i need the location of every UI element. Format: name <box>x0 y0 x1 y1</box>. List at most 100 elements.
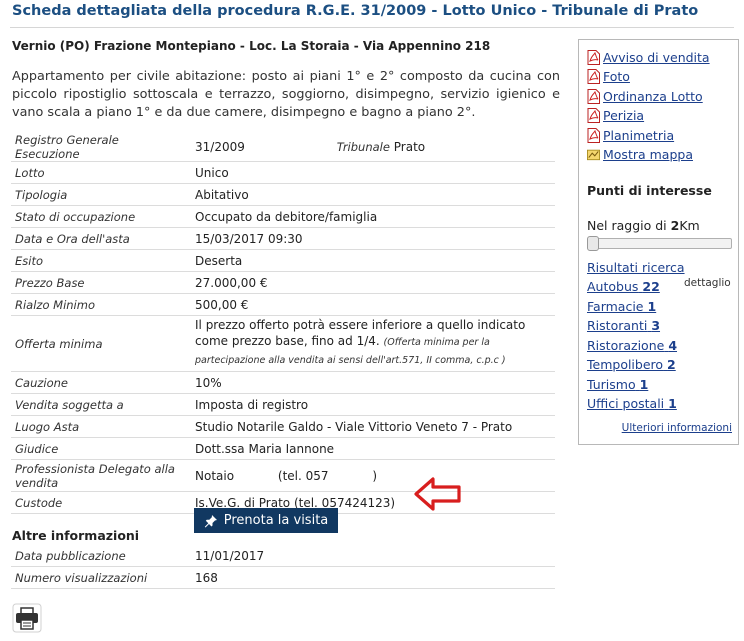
table-row: Luogo Asta Studio Notarile Galdo - Viale … <box>11 415 555 438</box>
sidebar-panel: Avviso di vendita Foto Ordinanza Lotto P… <box>578 39 739 445</box>
foto-link[interactable]: Foto <box>587 69 630 84</box>
table-row: Data pubblicazione 11/01/2017 <box>11 545 555 567</box>
poi-name: Farmacie <box>587 299 644 314</box>
mostra-mappa-link[interactable]: Mostra mappa <box>587 147 693 162</box>
poi-count: 3 <box>651 318 661 333</box>
poi-link-uffici-postali[interactable]: Uffici postali 1 <box>587 396 677 411</box>
property-address: Vernio (PO) Frazione Montepiano - Loc. L… <box>12 39 491 53</box>
poi-name: Autobus <box>587 279 639 294</box>
poi-link-tempolibero[interactable]: Tempolibero 2 <box>587 357 676 372</box>
altre-informazioni-heading: Altre informazioni <box>12 528 140 543</box>
poi-count: 22 <box>642 279 660 294</box>
doc-link-label: Foto <box>603 69 630 84</box>
red-arrow-icon <box>414 477 461 511</box>
professionista-value: Notaio <box>195 468 235 483</box>
ordinanza-lotto-link[interactable]: Ordinanza Lotto <box>587 89 703 104</box>
risultati-ricerca-link[interactable]: Risultati ricerca <box>587 260 685 275</box>
row-label: Esito <box>11 249 191 272</box>
doc-link-label: Ordinanza Lotto <box>603 89 703 104</box>
professionista-phone-end: ) <box>372 468 378 483</box>
poi-link-autobus[interactable]: Autobus 22 <box>587 279 660 294</box>
poi-link-farmacie[interactable]: Farmacie 1 <box>587 299 656 314</box>
custode-label: Custode <box>11 491 191 514</box>
punti-interesse-heading: Punti di interesse <box>587 183 712 198</box>
map-icon <box>587 149 600 161</box>
tribunale-value: Prato <box>393 140 426 154</box>
pdf-icon <box>587 89 600 104</box>
raggio-slider[interactable] <box>587 236 732 251</box>
table-row: Registro Generale Esecuzione 31/2009 Tri… <box>11 133 555 162</box>
title-divider <box>10 27 734 28</box>
doc-link-label: Avviso di vendita <box>603 50 710 65</box>
table-row: Numero visualizzazioni 168 <box>11 566 555 589</box>
row-label: Vendita soggetta a <box>11 393 191 416</box>
row-value: Abitativo <box>191 183 555 206</box>
row-value: 15/03/2017 09:30 <box>191 227 555 250</box>
poi-count: 1 <box>668 396 677 411</box>
altre-informazioni-table: Data pubblicazione 11/01/2017 Numero visu… <box>11 545 555 589</box>
offerta-label: Offerta minima <box>11 315 191 372</box>
details-table: Registro Generale Esecuzione 31/2009 Tri… <box>11 133 555 514</box>
professionista-phone: (tel. 057 <box>277 468 329 483</box>
property-description: Appartamento per civile abitazione: post… <box>12 69 560 120</box>
poi-name: Uffici postali <box>587 396 665 411</box>
registro-label: Registro Generale Esecuzione <box>11 133 191 162</box>
doc-link-label: Planimetria <box>603 128 675 143</box>
row-label: Luogo Asta <box>11 415 191 438</box>
table-row: Data e Ora dell'asta 15/03/2017 09:30 <box>11 227 555 250</box>
table-row: Lotto Unico <box>11 161 555 184</box>
map-link-label: Mostra mappa <box>603 147 693 162</box>
pdf-icon <box>587 50 600 65</box>
row-value: 168 <box>191 566 555 589</box>
row-label: Cauzione <box>11 371 191 394</box>
row-value: Unico <box>191 161 555 184</box>
prenota-label: Prenota la visita <box>223 513 329 528</box>
doc-link-label: Perizia <box>603 108 645 123</box>
row-label: Rialzo Minimo <box>11 293 191 316</box>
row-value: Imposta di registro <box>191 393 555 416</box>
avviso-vendita-link[interactable]: Avviso di vendita <box>587 50 710 65</box>
dettaglio-label: dettaglio <box>684 277 731 289</box>
row-label: Numero visualizzazioni <box>11 566 191 589</box>
poi-count: 2 <box>667 357 676 372</box>
row-value: Deserta <box>191 249 555 272</box>
poi-name: Ristoranti <box>587 318 648 333</box>
perizia-link[interactable]: Perizia <box>587 108 644 123</box>
row-label: Giudice <box>11 437 191 460</box>
row-label: Tipologia <box>11 183 191 206</box>
poi-name: Ristorazione <box>587 338 665 353</box>
row-value: Dott.ssa Maria Iannone <box>191 437 555 460</box>
row-label: Prezzo Base <box>11 271 191 294</box>
pdf-icon <box>587 128 600 143</box>
table-row: Esito Deserta <box>11 249 555 272</box>
table-row: Vendita soggetta a Imposta di registro <box>11 393 555 416</box>
table-row: Rialzo Minimo 500,00 € <box>11 293 555 316</box>
professionista-label: Professionista Delegato alla vendita <box>11 459 191 492</box>
poi-link-ristoranti[interactable]: Ristoranti 3 <box>587 318 660 333</box>
pin-icon <box>204 514 217 527</box>
raggio-unit: Km <box>679 218 700 233</box>
poi-link-ristorazione[interactable]: Ristorazione 4 <box>587 338 677 353</box>
table-row: Stato di occupazione Occupato da debitore… <box>11 205 555 228</box>
slider-handle[interactable] <box>587 236 599 251</box>
row-label: Data pubblicazione <box>11 545 191 567</box>
table-row: Cauzione 10% <box>11 371 555 394</box>
row-label: Lotto <box>11 161 191 184</box>
prenota-visita-button[interactable]: Prenota la visita <box>194 508 338 533</box>
planimetria-link[interactable]: Planimetria <box>587 128 674 143</box>
table-row: Professionista Delegato alla vendita Not… <box>11 459 555 492</box>
printer-icon[interactable] <box>12 603 42 633</box>
page-title: Scheda dettagliata della procedura R.G.E… <box>12 3 699 19</box>
table-row: Giudice Dott.ssa Maria Iannone <box>11 437 555 460</box>
poi-count: 4 <box>668 338 678 353</box>
pdf-icon <box>587 69 600 84</box>
row-value: Occupato da debitore/famiglia <box>191 205 555 228</box>
poi-name: Tempolibero <box>587 357 664 372</box>
row-value: 500,00 € <box>191 293 555 316</box>
row-label: Stato di occupazione <box>11 205 191 228</box>
poi-count: 1 <box>639 377 649 392</box>
poi-link-turismo[interactable]: Turismo 1 <box>587 377 648 392</box>
tribunale-label: Tribunale <box>336 140 390 154</box>
ulteriori-informazioni-link[interactable]: Ulteriori informazioni <box>622 422 732 434</box>
raggio-text: Nel raggio di 2Km <box>587 218 700 233</box>
